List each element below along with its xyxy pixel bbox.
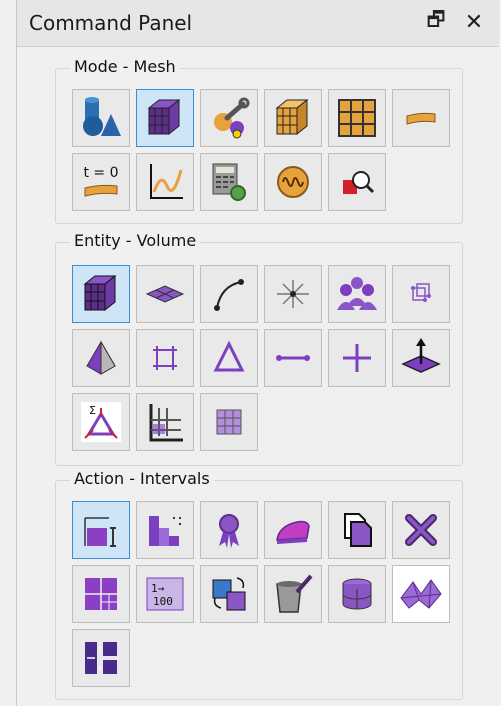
tetra-icon (86, 340, 116, 375)
quad-entity-button[interactable] (136, 329, 194, 387)
magnify-icon (343, 171, 375, 194)
copy-action-button[interactable] (328, 501, 386, 559)
float-window-icon[interactable]: 🗗 (423, 8, 449, 36)
morph-mesh-icon (400, 579, 442, 609)
triangle-icon (213, 340, 245, 372)
ribbon-award-icon (219, 514, 239, 548)
smooth-action-button[interactable] (264, 501, 322, 559)
tools-mode-button[interactable] (200, 89, 258, 147)
mesh-cube-icon (147, 98, 181, 136)
quad-icon (153, 346, 177, 370)
curve-icon (214, 279, 244, 311)
group-people-icon (337, 277, 377, 310)
split-icon (85, 642, 117, 674)
element-grid-icon (216, 409, 242, 435)
panel-titlebar: Command Panel 🗗 ✕ (17, 0, 499, 47)
xy-plot-icon (150, 164, 183, 199)
element-grid-entity-button[interactable] (200, 393, 258, 451)
material-strip-mode-button[interactable] (392, 89, 450, 147)
mode-mesh-group: Mode - Mesh t = 0 (55, 57, 463, 224)
time-zero-mode-button[interactable]: t = 0 (72, 153, 130, 211)
grid-mode-button[interactable] (328, 89, 386, 147)
swap-action-button[interactable] (200, 565, 258, 623)
node-cube-icon (411, 283, 431, 302)
clean-action-button[interactable] (264, 565, 322, 623)
paint-bucket-icon (276, 574, 313, 613)
inspect-mode-button[interactable] (328, 153, 386, 211)
hex-mesh-mode-button[interactable] (264, 89, 322, 147)
vertex-entity-button[interactable] (264, 265, 322, 323)
iron-icon (276, 520, 310, 544)
wrench-tools-icon (214, 97, 250, 139)
morph-action-button[interactable] (392, 565, 450, 623)
intervals-icon (84, 517, 116, 547)
vertex-star-icon (277, 280, 309, 308)
cylinder-icon (342, 578, 372, 610)
intervals-action-button[interactable] (72, 501, 130, 559)
action-intervals-group: Action - Intervals 1→ 100 (55, 469, 463, 700)
tetra-entity-button[interactable] (72, 329, 130, 387)
calculator-mode-button[interactable] (200, 153, 258, 211)
delete-x-icon (405, 514, 437, 546)
calculator-gear-icon (212, 163, 246, 201)
command-panel: Command Panel 🗗 ✕ Mode - Mesh t = 0 Enti… (16, 0, 499, 706)
normal-arrow-icon (401, 338, 441, 373)
node-entity-button[interactable] (328, 329, 386, 387)
edge-icon (276, 355, 310, 361)
action-group-label: Action - Intervals (70, 469, 214, 488)
hex-cube-icon (275, 98, 309, 136)
scheme-icon (149, 516, 181, 546)
normal-surface-entity-button[interactable] (392, 329, 450, 387)
renumber-action-button[interactable]: 1→ 100 (136, 565, 194, 623)
surface-entity-button[interactable] (136, 265, 194, 323)
sigma-text: Σ (89, 404, 96, 417)
refine-action-button[interactable] (72, 565, 130, 623)
panel-title: Command Panel (29, 11, 193, 35)
mesh-mode-button[interactable] (136, 89, 194, 147)
mode-group-label: Mode - Mesh (70, 57, 180, 76)
geometry-shapes-icon (83, 97, 121, 136)
time-zero-icon: t = 0 (83, 165, 119, 197)
node-plus-icon (343, 344, 371, 372)
copy-pages-icon (344, 513, 372, 547)
plot-mode-button[interactable] (136, 153, 194, 211)
block-entity-button[interactable] (136, 393, 194, 451)
node-hex-entity-button[interactable] (392, 265, 450, 323)
triangle-entity-button[interactable] (200, 329, 258, 387)
edge-entity-button[interactable] (264, 329, 322, 387)
entity-volume-group: Entity - Volume Σ (55, 231, 463, 466)
sideset-entity-button[interactable]: Σ (72, 393, 130, 451)
block-grid-icon (149, 404, 183, 442)
close-icon[interactable]: ✕ (461, 8, 487, 36)
group-entity-button[interactable] (328, 265, 386, 323)
time-zero-text: t = 0 (83, 165, 118, 181)
geometry-mode-button[interactable] (72, 89, 130, 147)
signal-mode-button[interactable] (264, 153, 322, 211)
entity-group-label: Entity - Volume (70, 231, 201, 250)
renumber-bottom-text: 100 (153, 595, 173, 608)
volume-cube-icon (83, 274, 117, 312)
refine-grid-icon (85, 578, 117, 610)
strip-icon (406, 112, 436, 125)
grid-icon (338, 99, 376, 137)
renumber-icon: 1→ 100 (146, 577, 184, 611)
quality-action-button[interactable] (200, 501, 258, 559)
cylinder-action-button[interactable] (328, 565, 386, 623)
surface-icon (145, 285, 185, 303)
split-action-button[interactable] (72, 629, 130, 687)
scheme-action-button[interactable] (136, 501, 194, 559)
swap-icon (212, 577, 246, 611)
sideset-icon: Σ (81, 402, 121, 442)
renumber-top-text: 1→ (151, 582, 165, 595)
curve-entity-button[interactable] (200, 265, 258, 323)
volume-entity-button[interactable] (72, 265, 130, 323)
wave-circle-icon (277, 166, 309, 198)
delete-action-button[interactable] (392, 501, 450, 559)
